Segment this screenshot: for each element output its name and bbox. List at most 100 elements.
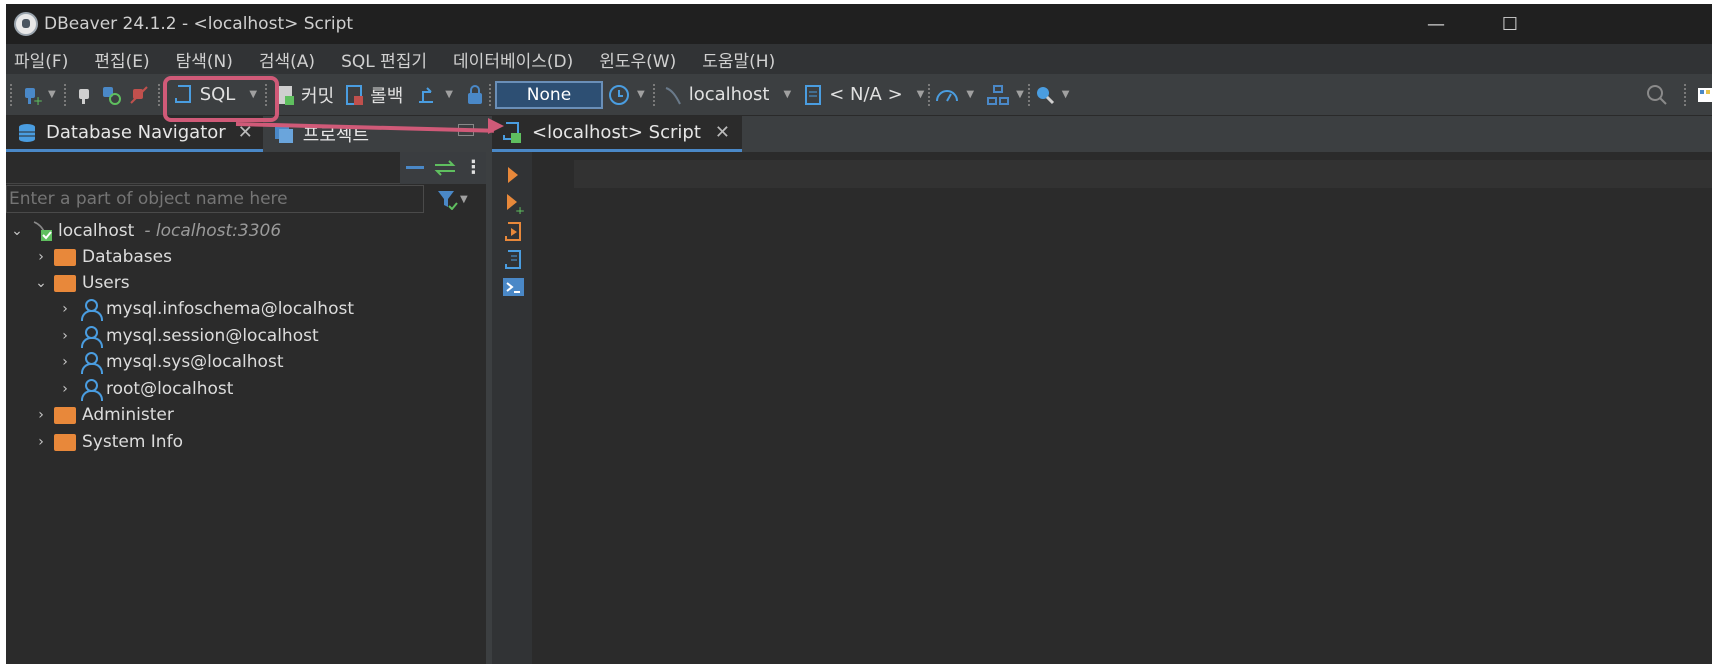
execute-statement-icon[interactable] xyxy=(502,164,524,186)
menu-database[interactable]: 데이터베이스(D) xyxy=(447,47,579,72)
toolbar-separator xyxy=(1027,83,1030,106)
auto-commit-lock-button[interactable] xyxy=(465,79,485,111)
filter-icon[interactable] xyxy=(436,188,458,210)
tree-label-users: Users xyxy=(82,273,130,293)
menu-sql-editor[interactable]: SQL 편집기 xyxy=(335,47,433,72)
system-info-folder-icon xyxy=(54,433,76,451)
user-label: mysql.sys@localhost xyxy=(106,352,284,372)
tree-node-databases[interactable]: › Databases xyxy=(34,244,172,270)
global-search-button[interactable] xyxy=(1644,79,1670,111)
more-options-icon[interactable]: ⋮ xyxy=(464,157,482,178)
chevron-down-icon[interactable]: ▼ xyxy=(1016,89,1024,100)
chevron-down-icon[interactable]: ▼ xyxy=(784,89,792,100)
chevron-right-icon[interactable]: › xyxy=(34,434,48,450)
lock-icon xyxy=(467,84,482,104)
chevron-right-icon[interactable]: › xyxy=(58,354,72,370)
chevron-down-icon[interactable]: ▼ xyxy=(917,89,925,100)
sql-editor-area: <localhost> Script ✕ + xyxy=(492,116,1712,664)
tab-localhost-script[interactable]: <localhost> Script ✕ xyxy=(492,116,742,152)
chevron-down-icon[interactable]: ▼ xyxy=(460,194,468,205)
explain-plan-icon[interactable] xyxy=(502,248,524,270)
maximize-button[interactable]: ☐ xyxy=(1490,10,1530,38)
chevron-right-icon[interactable]: › xyxy=(34,407,48,423)
plug-add-icon: + xyxy=(25,87,42,106)
chevron-right-icon[interactable]: › xyxy=(34,249,48,265)
tree-node-user[interactable]: › root@localhost xyxy=(58,376,233,402)
mysql-connection-icon xyxy=(33,221,52,241)
perspective-button[interactable] xyxy=(1696,79,1712,111)
diagram-icon xyxy=(987,84,1010,105)
tree-node-administer[interactable]: › Administer xyxy=(34,402,174,428)
menu-window[interactable]: 윈도우(W) xyxy=(593,47,682,72)
menu-file[interactable]: 파일(F) xyxy=(8,47,74,72)
database-stack-icon xyxy=(19,123,35,142)
chevron-down-icon[interactable]: ▼ xyxy=(966,89,974,100)
navigator-actions: ⋮ xyxy=(400,151,486,184)
toolbar-separator xyxy=(1684,83,1686,106)
tree-node-user[interactable]: › mysql.infoschema@localhost xyxy=(58,296,354,322)
menu-search[interactable]: 검색(A) xyxy=(253,47,321,72)
history-button[interactable]: ▼ xyxy=(607,79,645,111)
execute-script-icon[interactable] xyxy=(502,220,524,242)
tree-node-user[interactable]: › mysql.sys@localhost xyxy=(58,349,283,375)
tree-node-users[interactable]: ⌄ Users xyxy=(34,270,130,296)
active-schema-selector[interactable]: < N/A > ▼ xyxy=(803,79,924,111)
sql-button-highlight xyxy=(163,76,279,122)
menu-bar: 파일(F) 편집(E) 탐색(N) 검색(A) SQL 편집기 데이터베이스(D… xyxy=(6,44,1712,74)
disconnect-button[interactable] xyxy=(128,79,150,111)
chevron-down-icon[interactable]: ⌄ xyxy=(10,223,24,239)
tab-projects[interactable]: 프로젝트 xyxy=(263,116,379,152)
databases-folder-icon xyxy=(54,248,76,266)
sql-editor-current-line[interactable] xyxy=(574,160,1712,188)
editor-tabs: <localhost> Script ✕ xyxy=(492,116,1712,152)
window-title: DBeaver 24.1.2 - <localhost> Script xyxy=(44,14,354,34)
tree-node-system-info[interactable]: › System Info xyxy=(34,429,183,455)
collapse-all-icon[interactable] xyxy=(404,160,426,176)
transaction-mode-select[interactable]: None xyxy=(494,80,603,109)
object-filter-input[interactable] xyxy=(6,185,424,213)
chevron-right-icon[interactable]: › xyxy=(58,381,72,397)
new-connection-button[interactable]: + ▼ xyxy=(20,79,56,111)
connect-button[interactable] xyxy=(74,79,94,111)
chevron-down-icon[interactable]: ▼ xyxy=(445,89,453,100)
schema-label: < N/A > xyxy=(829,84,903,105)
dashboard-button[interactable]: ▼ xyxy=(934,79,974,111)
magnifier-icon xyxy=(1036,86,1054,104)
link-with-editor-icon[interactable] xyxy=(433,159,457,177)
navigator-toolbar: ⋮ xyxy=(6,151,486,184)
close-icon[interactable]: ✕ xyxy=(715,122,730,143)
commit-button[interactable]: 커밋 xyxy=(275,79,334,111)
terminal-icon[interactable] xyxy=(502,276,524,298)
chevron-down-icon[interactable]: ⌄ xyxy=(34,275,48,291)
chevron-right-icon[interactable]: › xyxy=(58,328,72,344)
rollback-button[interactable]: 롤백 xyxy=(344,79,403,111)
tree-label-system-info: System Info xyxy=(82,432,183,452)
menu-navigate[interactable]: 탐색(N) xyxy=(170,47,239,72)
chevron-down-icon[interactable]: ▼ xyxy=(48,89,56,100)
minimize-button[interactable]: — xyxy=(1416,10,1456,38)
find-button[interactable]: ▼ xyxy=(1034,79,1070,111)
transaction-log-button[interactable]: ▼ xyxy=(415,79,453,111)
menu-help[interactable]: 도움말(H) xyxy=(696,47,781,72)
tree-node-localhost[interactable]: ⌄ localhost - localhost:3306 xyxy=(10,218,281,244)
toolbar-grip xyxy=(10,83,16,106)
execute-new-tab-icon[interactable]: + xyxy=(502,192,524,214)
menu-edit[interactable]: 편집(E) xyxy=(88,47,155,72)
tree-node-user[interactable]: › mysql.session@localhost xyxy=(58,323,319,349)
chevron-down-icon[interactable]: ▼ xyxy=(1062,89,1070,100)
user-icon xyxy=(80,325,103,348)
erd-button[interactable]: ▼ xyxy=(986,79,1024,111)
chevron-right-icon[interactable]: › xyxy=(58,301,72,317)
tree-label-administer: Administer xyxy=(82,405,174,425)
chevron-down-icon[interactable]: ▼ xyxy=(637,89,645,100)
user-icon xyxy=(80,378,103,401)
plug-icon xyxy=(78,88,89,104)
svg-text:+: + xyxy=(515,204,524,214)
active-datasource-selector[interactable]: localhost ▼ xyxy=(663,79,792,111)
toolbar-separator xyxy=(157,83,160,106)
filter-row: ▼ xyxy=(6,184,486,214)
toolbar-separator xyxy=(488,83,491,106)
datasource-label: localhost xyxy=(688,84,770,105)
tab-database-navigator-label: Database Navigator xyxy=(46,122,226,143)
reconnect-button[interactable] xyxy=(100,79,122,111)
